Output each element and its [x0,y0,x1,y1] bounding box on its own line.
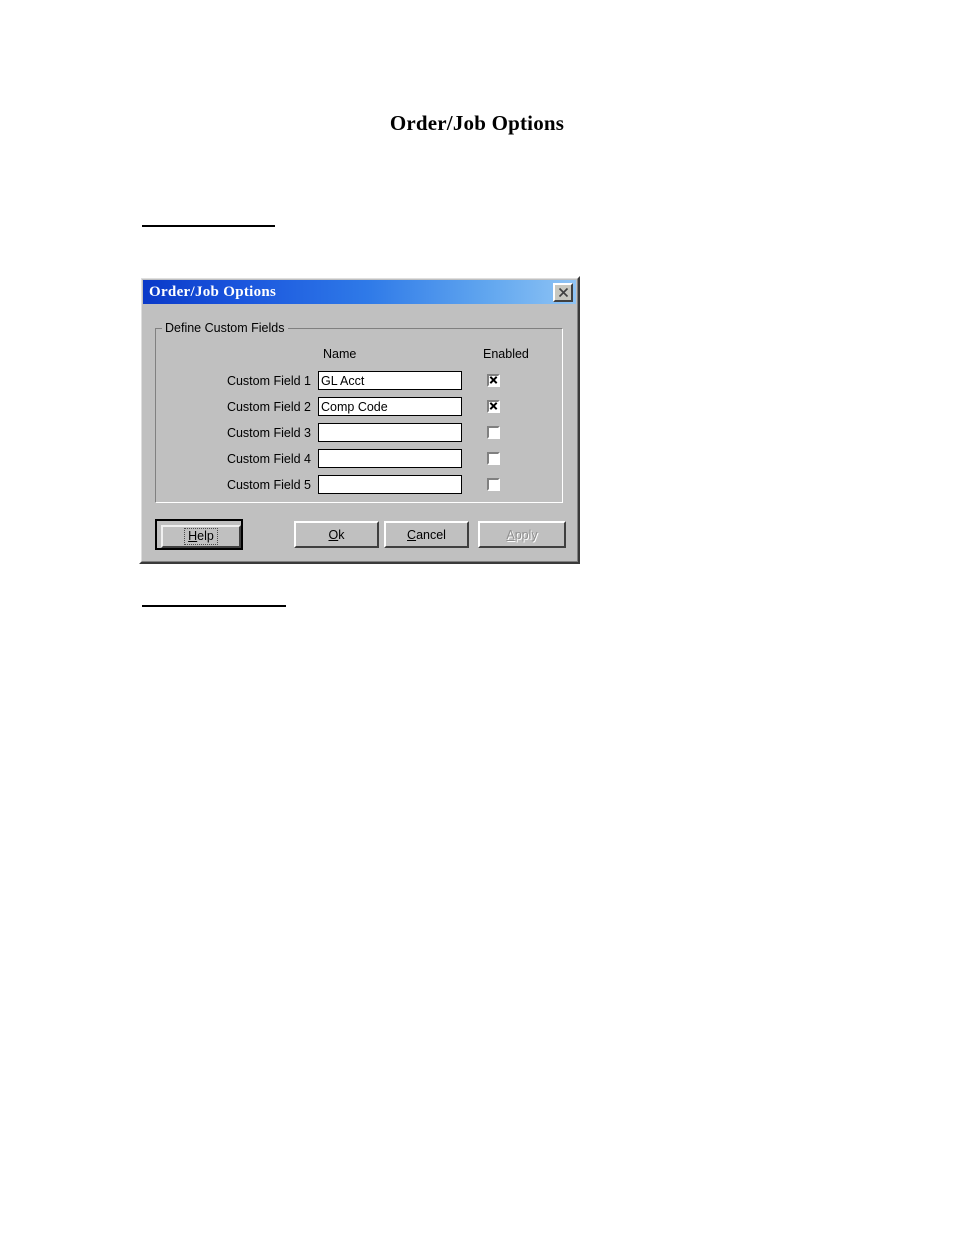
table-row: Custom Field 3 [155,422,567,443]
groupbox-legend: Define Custom Fields [162,321,288,335]
custom-field-5-label: Custom Field 5 [226,477,311,492]
custom-field-3-label: Custom Field 3 [226,425,311,440]
cancel-button[interactable]: Cancel [384,521,469,548]
ok-button[interactable]: Ok [294,521,379,548]
custom-field-1-label: Custom Field 1 [226,373,311,388]
custom-field-3-enabled-checkbox[interactable] [487,426,500,439]
custom-field-4-label: Custom Field 4 [226,451,311,466]
horizontal-rule-top [142,225,275,227]
custom-field-4-input[interactable] [318,449,462,468]
custom-field-4-enabled-checkbox[interactable] [487,452,500,465]
custom-field-1-input[interactable] [318,371,462,390]
table-row: Custom Field 2 [155,396,567,417]
apply-button-label: Apply [506,527,538,542]
cancel-button-label: Cancel [407,527,446,542]
close-button[interactable] [553,282,573,302]
help-button[interactable]: Help [161,525,241,548]
custom-field-2-enabled-checkbox[interactable] [487,400,500,413]
ok-button-label: Ok [328,527,345,542]
column-header-name: Name [323,347,357,361]
table-row: Custom Field 1 [155,370,567,391]
custom-field-2-label: Custom Field 2 [226,399,311,414]
custom-field-5-input[interactable] [318,475,462,494]
help-button-label: Help [184,528,218,545]
custom-field-3-input[interactable] [318,423,462,442]
column-header-enabled: Enabled [483,347,529,361]
close-icon [558,287,569,298]
custom-field-2-input[interactable] [318,397,462,416]
custom-field-5-enabled-checkbox[interactable] [487,478,500,491]
custom-field-1-enabled-checkbox[interactable] [487,374,500,387]
horizontal-rule-bottom [142,605,286,607]
page-title: Order/Job Options [389,111,565,135]
dialog-title: Order/Job Options [149,283,277,300]
dialog-titlebar: Order/Job Options [143,280,576,304]
order-job-options-dialog: Order/Job Options Define Custom Fields N… [139,276,580,564]
table-row: Custom Field 5 [155,474,567,495]
apply-button: Apply [478,521,566,548]
help-button-default-frame: Help [155,519,243,550]
table-row: Custom Field 4 [155,448,567,469]
